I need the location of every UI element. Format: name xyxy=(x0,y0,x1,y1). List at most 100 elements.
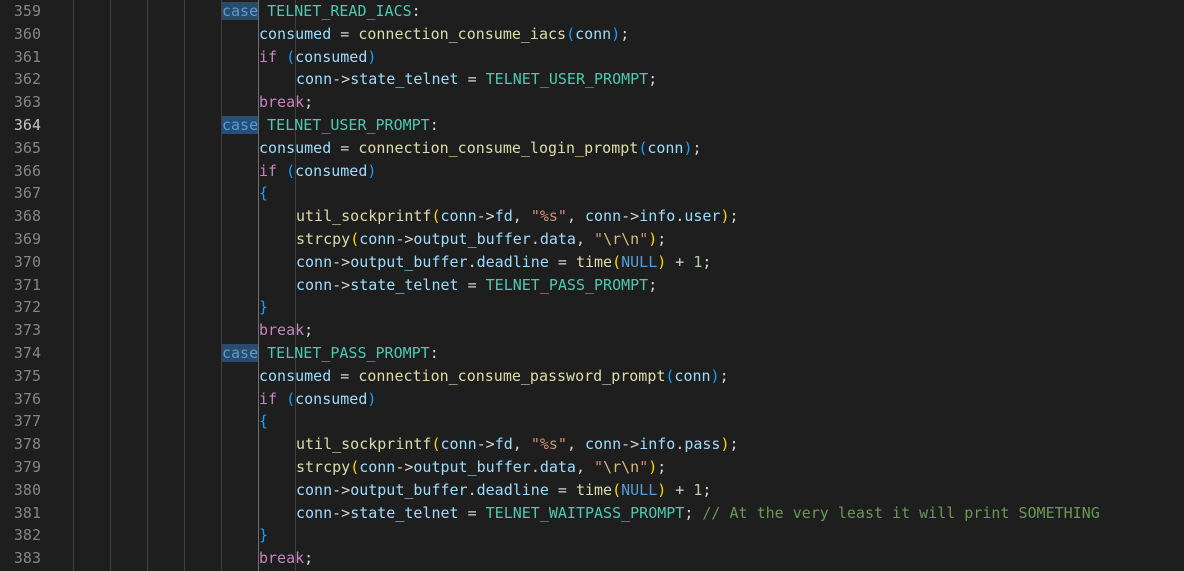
code-line[interactable]: 360 consumed = connection_consume_iacs(co… xyxy=(0,23,1184,46)
code-token: conn xyxy=(296,70,333,89)
code-line[interactable]: 374 case TELNET_PASS_PROMPT: xyxy=(0,342,1184,365)
code-token: if xyxy=(259,161,278,180)
line-number: 380 xyxy=(13,480,41,499)
code-line[interactable]: 359 case TELNET_READ_IACS: xyxy=(0,0,1184,23)
code-token: "%s" xyxy=(530,435,567,454)
code-text: conn->output_buffer.deadline = time(NULL… xyxy=(296,479,711,502)
code-token: ) xyxy=(720,435,730,454)
code-token: connection_consume_password_prompt xyxy=(358,366,666,385)
code-line[interactable]: 363 break; xyxy=(0,91,1184,114)
code-token: ( xyxy=(286,47,296,66)
code-token: TELNET_USER_PROMPT xyxy=(485,70,649,89)
code-line[interactable]: 382} xyxy=(0,524,1184,547)
code-token: output_buffer xyxy=(413,230,531,248)
code-token: " xyxy=(594,458,604,476)
code-line[interactable]: 380 conn->output_buffer.deadline = time(N… xyxy=(0,479,1184,502)
code-token: ) xyxy=(720,207,730,226)
code-text: case TELNET_PASS_PROMPT: xyxy=(222,342,439,365)
code-token: conn xyxy=(296,480,333,499)
code-text: { xyxy=(259,410,268,433)
code-token: break xyxy=(259,549,305,568)
code-line[interactable]: 375 consumed = connection_consume_passwor… xyxy=(0,365,1184,388)
line-number: 366 xyxy=(13,161,41,180)
code-line[interactable]: 371 conn->state_telnet = TELNET_PASS_PROM… xyxy=(0,274,1184,297)
code-text: conn->state_telnet = TELNET_PASS_PROMPT; xyxy=(296,274,657,297)
code-token: " xyxy=(639,230,649,248)
code-editor[interactable]: 359 case TELNET_READ_IACS: 360 consumed = c… xyxy=(0,0,1184,571)
code-token: conn xyxy=(647,138,684,157)
code-token: : xyxy=(429,344,439,362)
line-number: 373 xyxy=(13,321,41,340)
code-token: deadline xyxy=(476,252,549,271)
code-token: \r\n xyxy=(603,458,640,476)
code-token: ; xyxy=(657,458,667,476)
code-text: } xyxy=(259,524,268,547)
line-number: 365 xyxy=(13,138,41,157)
code-token: // At the very least it will print SOMET… xyxy=(702,503,1100,522)
code-token: , xyxy=(512,435,531,454)
code-line[interactable]: 383 break; xyxy=(0,547,1184,570)
code-line[interactable]: 370 conn->output_buffer.deadline = time(N… xyxy=(0,251,1184,274)
code-token: consumed xyxy=(295,47,368,66)
code-token: connection_consume_login_prompt xyxy=(358,138,639,157)
line-number: 378 xyxy=(13,435,41,454)
code-token: ( xyxy=(638,138,648,157)
code-token: if xyxy=(259,389,278,408)
code-line[interactable]: 369 strcpy(conn->output_buffer.data, "\r\… xyxy=(0,228,1184,251)
code-token: output_buffer xyxy=(350,252,468,271)
code-line[interactable]: 361 if (consumed) xyxy=(0,46,1184,69)
code-line[interactable]: 381 conn->state_telnet = TELNET_WAITPASS_… xyxy=(0,502,1184,525)
code-line[interactable]: 365 consumed = connection_consume_login_p… xyxy=(0,137,1184,160)
code-token: : xyxy=(429,116,439,134)
code-line[interactable]: 377 { xyxy=(0,410,1184,433)
line-number: 367 xyxy=(13,184,41,203)
code-text: break; xyxy=(259,547,313,570)
code-token: break xyxy=(259,93,305,112)
code-token: "%s" xyxy=(530,207,567,226)
code-token: = xyxy=(458,275,486,294)
code-token: ; xyxy=(657,230,667,248)
code-token: ; xyxy=(304,549,314,568)
code-token: info xyxy=(639,207,676,226)
code-token: } xyxy=(259,526,269,545)
code-line[interactable]: 364 case TELNET_USER_PROMPT: xyxy=(0,114,1184,137)
code-token: ( xyxy=(286,161,296,180)
code-token: conn xyxy=(296,503,333,522)
code-token: . xyxy=(467,252,477,271)
code-token: . xyxy=(467,480,477,499)
code-token: = xyxy=(458,503,486,522)
code-token: ; xyxy=(648,275,658,294)
code-text: strcpy(conn->output_buffer.data, "\r\n")… xyxy=(296,228,666,251)
code-line[interactable]: 376 if (consumed) xyxy=(0,388,1184,411)
code-token: , xyxy=(575,458,595,476)
code-token: ) xyxy=(710,366,720,385)
code-text: if (consumed) xyxy=(259,46,376,69)
line-number: 374 xyxy=(13,344,41,362)
code-token: util_sockprintf xyxy=(296,207,432,226)
code-line[interactable]: 378 util_sockprintf(conn->fd, "%s", conn-… xyxy=(0,433,1184,456)
line-number: 363 xyxy=(13,93,41,112)
code-token: -> xyxy=(621,207,640,226)
code-token: " xyxy=(594,230,604,248)
line-number: 369 xyxy=(13,230,41,248)
code-token: time xyxy=(575,480,613,499)
code-line[interactable]: 367 { xyxy=(0,182,1184,205)
code-token: pass xyxy=(684,435,721,454)
code-token: ) xyxy=(367,161,377,180)
line-number: 379 xyxy=(13,458,41,476)
code-text: if (consumed) xyxy=(259,388,376,411)
code-line[interactable]: 368 util_sockprintf(conn->fd, "%s", conn-… xyxy=(0,205,1184,228)
code-token: ) xyxy=(367,389,377,408)
code-line[interactable]: 372} xyxy=(0,296,1184,319)
code-line[interactable]: 379 strcpy(conn->output_buffer.data, "\r\… xyxy=(0,456,1184,479)
code-line[interactable]: 366 if (consumed) xyxy=(0,160,1184,183)
code-line[interactable]: 362 conn->state_telnet = TELNET_USER_PROM… xyxy=(0,68,1184,91)
code-text: case TELNET_USER_PROMPT: xyxy=(222,114,439,137)
code-line[interactable]: 373 break; xyxy=(0,319,1184,342)
code-token: ; xyxy=(304,321,314,340)
code-text: conn->state_telnet = TELNET_USER_PROMPT; xyxy=(296,68,657,91)
code-text: consumed = connection_consume_iacs(conn)… xyxy=(259,23,629,46)
code-token: { xyxy=(259,184,269,203)
code-token: \r\n xyxy=(603,230,640,248)
code-token: consumed xyxy=(259,138,332,157)
